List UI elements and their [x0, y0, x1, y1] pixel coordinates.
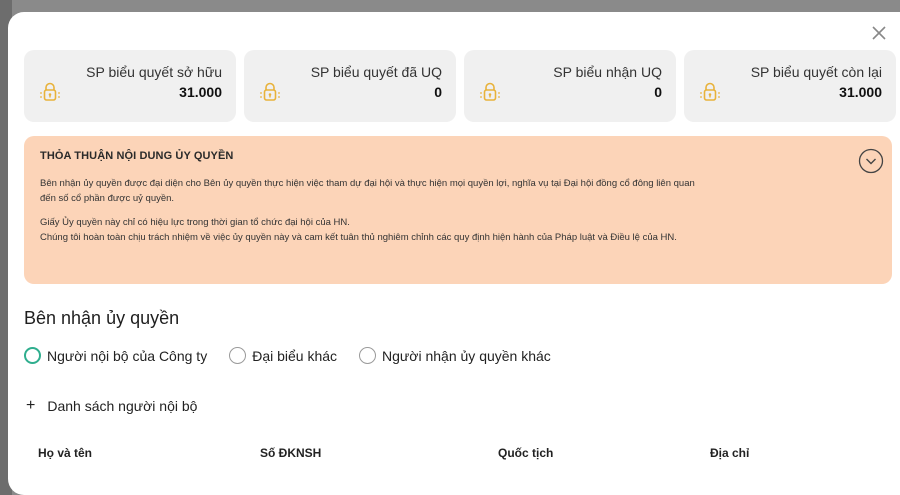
column-header-name: Họ và tên: [38, 446, 93, 460]
column-header-nationality: Quốc tịch: [498, 446, 554, 460]
radio-circle[interactable]: [229, 347, 247, 364]
card-received-votes: SP biểu nhận UQ 0: [464, 50, 676, 122]
card-label: SP biểu quyết sở hữu: [86, 64, 222, 80]
radio-circle[interactable]: [24, 347, 41, 364]
card-value: 31.000: [839, 84, 882, 100]
collapse-button[interactable]: [858, 148, 884, 174]
card-label: SP biểu quyết còn lại: [750, 64, 882, 80]
lock-icon: [700, 82, 720, 101]
notice-line: Bên nhận ủy quyền được đại diện cho Bên …: [40, 178, 695, 189]
notice-title: THỎA THUẬN NỘI DUNG ỦY QUYỀN: [40, 150, 234, 162]
close-icon: [872, 26, 886, 40]
radio-label: Người nội bộ của Công ty: [47, 347, 208, 364]
radio-circle[interactable]: [359, 347, 377, 364]
lock-icon: [480, 82, 500, 101]
radio-label: Đại biểu khác: [252, 347, 338, 364]
card-value: 0: [434, 84, 442, 100]
notice-line: Giấy Ủy quyền này chỉ có hiệu lực trong …: [40, 217, 350, 228]
plus-icon: +: [26, 397, 36, 414]
lock-icon: [260, 82, 280, 101]
column-header-address: Địa chỉ: [710, 446, 750, 460]
card-value: 31.000: [179, 84, 222, 100]
close-button[interactable]: [868, 22, 890, 44]
notice-paragraph: Giấy Ủy quyền này chỉ có hiệu lực trong …: [40, 215, 876, 245]
radio-label: Người nhận ủy quyền khác: [382, 347, 551, 364]
radio-other-receiver[interactable]: Người nhận ủy quyền khác: [359, 347, 551, 364]
card-label: SP biểu quyết đã UQ: [310, 64, 442, 80]
authorization-modal: SP biểu quyết sở hữu 31.000 SP biểu quyế…: [8, 12, 900, 495]
authorization-agreement-panel: THỎA THUẬN NỘI DUNG ỦY QUYỀN Bên nhận ủy…: [24, 136, 892, 284]
summary-cards: SP biểu quyết sở hữu 31.000 SP biểu quyế…: [24, 50, 896, 122]
notice-line: đến số cổ phần được uỷ quyền.: [40, 193, 175, 204]
receiver-section-title: Bên nhận ủy quyền: [24, 308, 180, 328]
receiver-type-radio-group: Người nội bộ của Công ty Đại biểu khác N…: [24, 347, 573, 364]
card-delegated-votes: SP biểu quyết đã UQ 0: [244, 50, 456, 122]
add-list-label: Danh sách người nội bộ: [47, 398, 198, 414]
radio-internal-person[interactable]: Người nội bộ của Công ty: [24, 347, 207, 364]
notice-paragraph: Bên nhận ủy quyền được đại diện cho Bên …: [40, 176, 876, 206]
card-label: SP biểu nhận UQ: [553, 64, 662, 80]
card-value: 0: [654, 84, 662, 100]
lock-icon: [40, 82, 60, 101]
card-owned-votes: SP biểu quyết sở hữu 31.000: [24, 50, 236, 122]
radio-other-delegate[interactable]: Đại biểu khác: [229, 347, 337, 364]
column-header-id-number: Số ĐKNSH: [260, 446, 322, 460]
card-remaining-votes: SP biểu quyết còn lại 31.000: [684, 50, 896, 122]
chevron-down-icon: [858, 148, 884, 174]
add-internal-list-button[interactable]: + Danh sách người nội bộ: [26, 397, 198, 415]
table-header: Họ và tên Số ĐKNSH Quốc tịch Địa chỉ: [38, 446, 878, 466]
notice-line: Chúng tôi hoàn toàn chịu trách nhiệm về …: [40, 232, 677, 243]
